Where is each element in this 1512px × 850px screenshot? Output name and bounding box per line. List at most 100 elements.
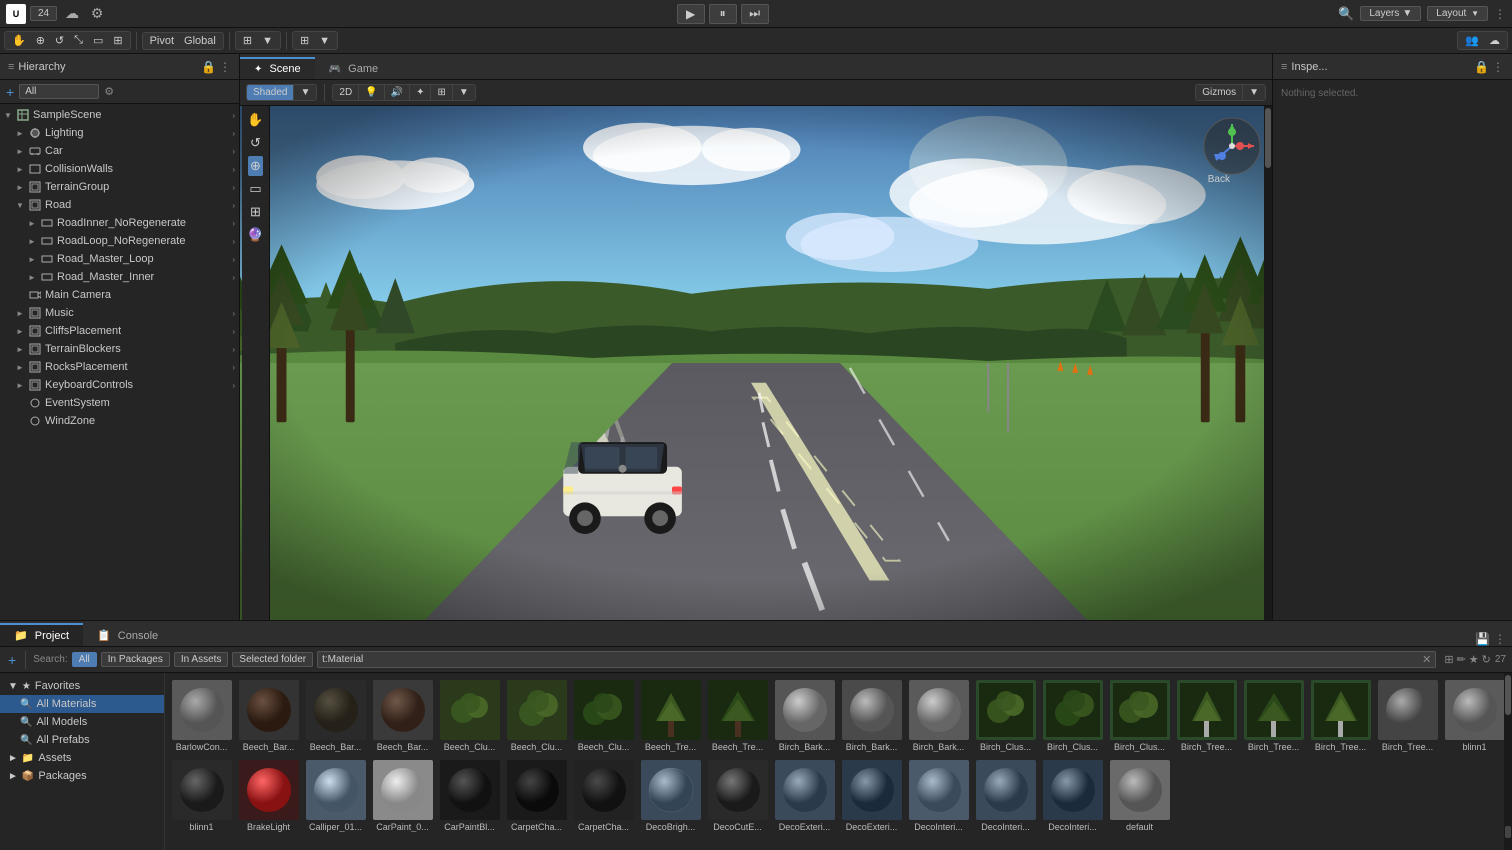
asset-blinn2[interactable]: blinn1 [169,757,234,835]
hierarchy-lock-btn[interactable]: 🔒 [201,60,216,74]
asset-grid-wrap[interactable]: BarlowCon... Beech_Bar... Beech_Bar... [165,673,1512,850]
hier-item-road[interactable]: ▼ Road › [0,196,239,214]
play-button[interactable]: ▶ [677,4,705,24]
hier-item-roadloop[interactable]: ► RoadLoop_NoRegenerate › [0,232,239,250]
layers-button[interactable]: Layers ▼ [1360,6,1421,21]
hier-item-eventsystem[interactable]: ► EventSystem [0,394,239,412]
inspector-more-btn[interactable]: ⋮ [1492,60,1504,74]
hier-item-rocksplacement[interactable]: ► RocksPlacement › [0,358,239,376]
proj-item-packages[interactable]: ► 📦 Packages [0,767,164,785]
snap-btn[interactable]: ⊞ [239,33,256,48]
asset-beechcluster1[interactable]: Beech_Clu... [437,677,502,755]
unity-logo[interactable]: U [6,4,26,24]
project-add-btn[interactable]: + [6,652,18,668]
hierarchy-search[interactable] [19,84,99,99]
asset-birchtree3[interactable]: Birch_Tree... [1308,677,1373,755]
hier-item-cliffsplacement[interactable]: ► CliffsPlacement › [0,322,239,340]
collab-btn[interactable]: 👥 [1461,33,1483,48]
hier-item-car[interactable]: ► Car › [0,142,239,160]
scene-option-6[interactable]: ▼ [453,85,475,100]
rect-tool[interactable]: ▭ [89,33,107,48]
search-input[interactable] [322,654,1422,665]
asset-birchcluster2[interactable]: Birch_Clus... [1040,677,1105,755]
pivot-btn[interactable]: Pivot [146,34,178,48]
asset-birchtree-gray[interactable]: Birch_Tree... [1375,677,1440,755]
asset-beechcluster3[interactable]: Beech_Clu... [571,677,636,755]
account-btn[interactable]: 24 [30,6,57,21]
scene-rotate-btn[interactable]: ↺ [248,133,263,153]
asset-decobright[interactable]: DecoBrigh... [638,757,703,835]
asset-blinn1[interactable]: blinn1 [1442,677,1507,755]
scene-option-4[interactable]: ✦ [410,85,431,100]
filter-packages-btn[interactable]: In Packages [101,652,170,667]
asset-default[interactable]: default [1107,757,1172,835]
search-action-2[interactable]: ✏ [1457,653,1466,666]
asset-birchbark1[interactable]: Birch_Bark... [772,677,837,755]
project-more-btn[interactable]: ⋮ [1494,632,1506,646]
hierarchy-more-btn[interactable]: ⋮ [219,60,231,74]
search-clear-btn[interactable]: ✕ [1422,653,1431,666]
rotate-tool[interactable]: ↺ [51,33,68,48]
hier-item-terraingroup[interactable]: ► TerrainGroup › [0,178,239,196]
hier-item-music[interactable]: ► Music › [0,304,239,322]
move-tool[interactable]: ⊕ [32,33,49,48]
project-save-btn[interactable]: 💾 [1475,632,1490,646]
scene-option-1[interactable]: 2D [333,85,359,100]
asset-calliper[interactable]: Calliper_01... [303,757,368,835]
asset-brakelight[interactable]: BrakeLight [236,757,301,835]
asset-carpet2[interactable]: CarpetCha... [571,757,636,835]
asset-birchbark3[interactable]: Birch_Bark... [906,677,971,755]
draw-mode-dropdown[interactable]: ▼ [294,85,316,100]
services-btn[interactable]: ☁ [1485,33,1504,48]
filter-selected-btn[interactable]: Selected folder [232,652,313,667]
asset-decoint2[interactable]: DecoInteri... [973,757,1038,835]
hier-item-lighting[interactable]: ► Lighting › [0,124,239,142]
asset-birchbark2[interactable]: Birch_Bark... [839,677,904,755]
hier-item-roadmasterinner[interactable]: ► Road_Master_Inner › [0,268,239,286]
filter-assets-btn[interactable]: In Assets [174,652,229,667]
asset-birchtree1[interactable]: Birch_Tree... [1174,677,1239,755]
cloud-icon[interactable]: ☁ [61,4,83,24]
scene-hand-btn[interactable]: ✋ [245,110,265,130]
step-button[interactable]: ⏭ [741,4,769,24]
asset-decoint3[interactable]: DecoInteri... [1040,757,1105,835]
hier-item-roadinner[interactable]: ► RoadInner_NoRegenerate › [0,214,239,232]
viewport-scrollbar[interactable] [1264,106,1272,620]
asset-decoext1[interactable]: DecoExteri... [772,757,837,835]
scene-scale-btn[interactable]: ⊕ [248,156,263,176]
proj-item-allmaterials[interactable]: 🔍 All Materials [0,695,164,713]
inspector-lock-btn[interactable]: 🔒 [1474,60,1489,74]
hier-item-roadmasterloop[interactable]: ► Road_Master_Loop › [0,250,239,268]
tab-scene[interactable]: ✦ Scene [240,57,315,79]
asset-carpaint2[interactable]: CarPaintBl... [437,757,502,835]
asset-carpaint1[interactable]: CarPaint_0... [370,757,435,835]
pause-button[interactable]: ⏸ [709,4,737,24]
scale-tool[interactable]: ⤡ [70,33,87,48]
scene-grid-tool-btn[interactable]: ⊞ [248,202,263,222]
proj-item-allprefabs[interactable]: 🔍 All Prefabs [0,731,164,749]
global-btn[interactable]: Global [180,34,220,48]
asset-beechbark1[interactable]: Beech_Bar... [236,677,301,755]
asset-barlowconcrete[interactable]: BarlowCon... [169,677,234,755]
gear-icon[interactable]: ⚙ [87,4,107,24]
gizmos-dropdown[interactable]: ▼ [1243,85,1265,100]
filter-all-btn[interactable]: All [72,652,97,667]
layout-button[interactable]: Layout ▼ [1427,6,1488,21]
scene-option-5[interactable]: ⊞ [431,85,452,100]
asset-decoext2[interactable]: DecoExteri... [839,757,904,835]
asset-carpet1[interactable]: CarpetCha... [504,757,569,835]
scene-rect-btn[interactable]: ▭ [247,179,263,199]
gizmos-btn[interactable]: Gizmos [1196,85,1243,100]
proj-item-allmodels[interactable]: 🔍 All Models [0,713,164,731]
hier-item-keyboardcontrols[interactable]: ► KeyboardControls › [0,376,239,394]
tab-project[interactable]: 📁 Project [0,623,83,646]
hier-item-terrainblockers[interactable]: ► TerrainBlockers › [0,340,239,358]
proj-item-favorites[interactable]: ▼ ★ Favorites [0,677,164,695]
asset-scrollbar[interactable] [1504,673,1512,850]
hier-item-maincamera[interactable]: ► Main Camera [0,286,239,304]
hierarchy-add-btn[interactable]: + [4,84,16,100]
asset-beechbark3[interactable]: Beech_Bar... [370,677,435,755]
tab-game[interactable]: 🎮 Game [315,57,392,79]
search-action-3[interactable]: ★ [1469,653,1479,666]
tab-console[interactable]: 📋 Console [83,623,172,646]
